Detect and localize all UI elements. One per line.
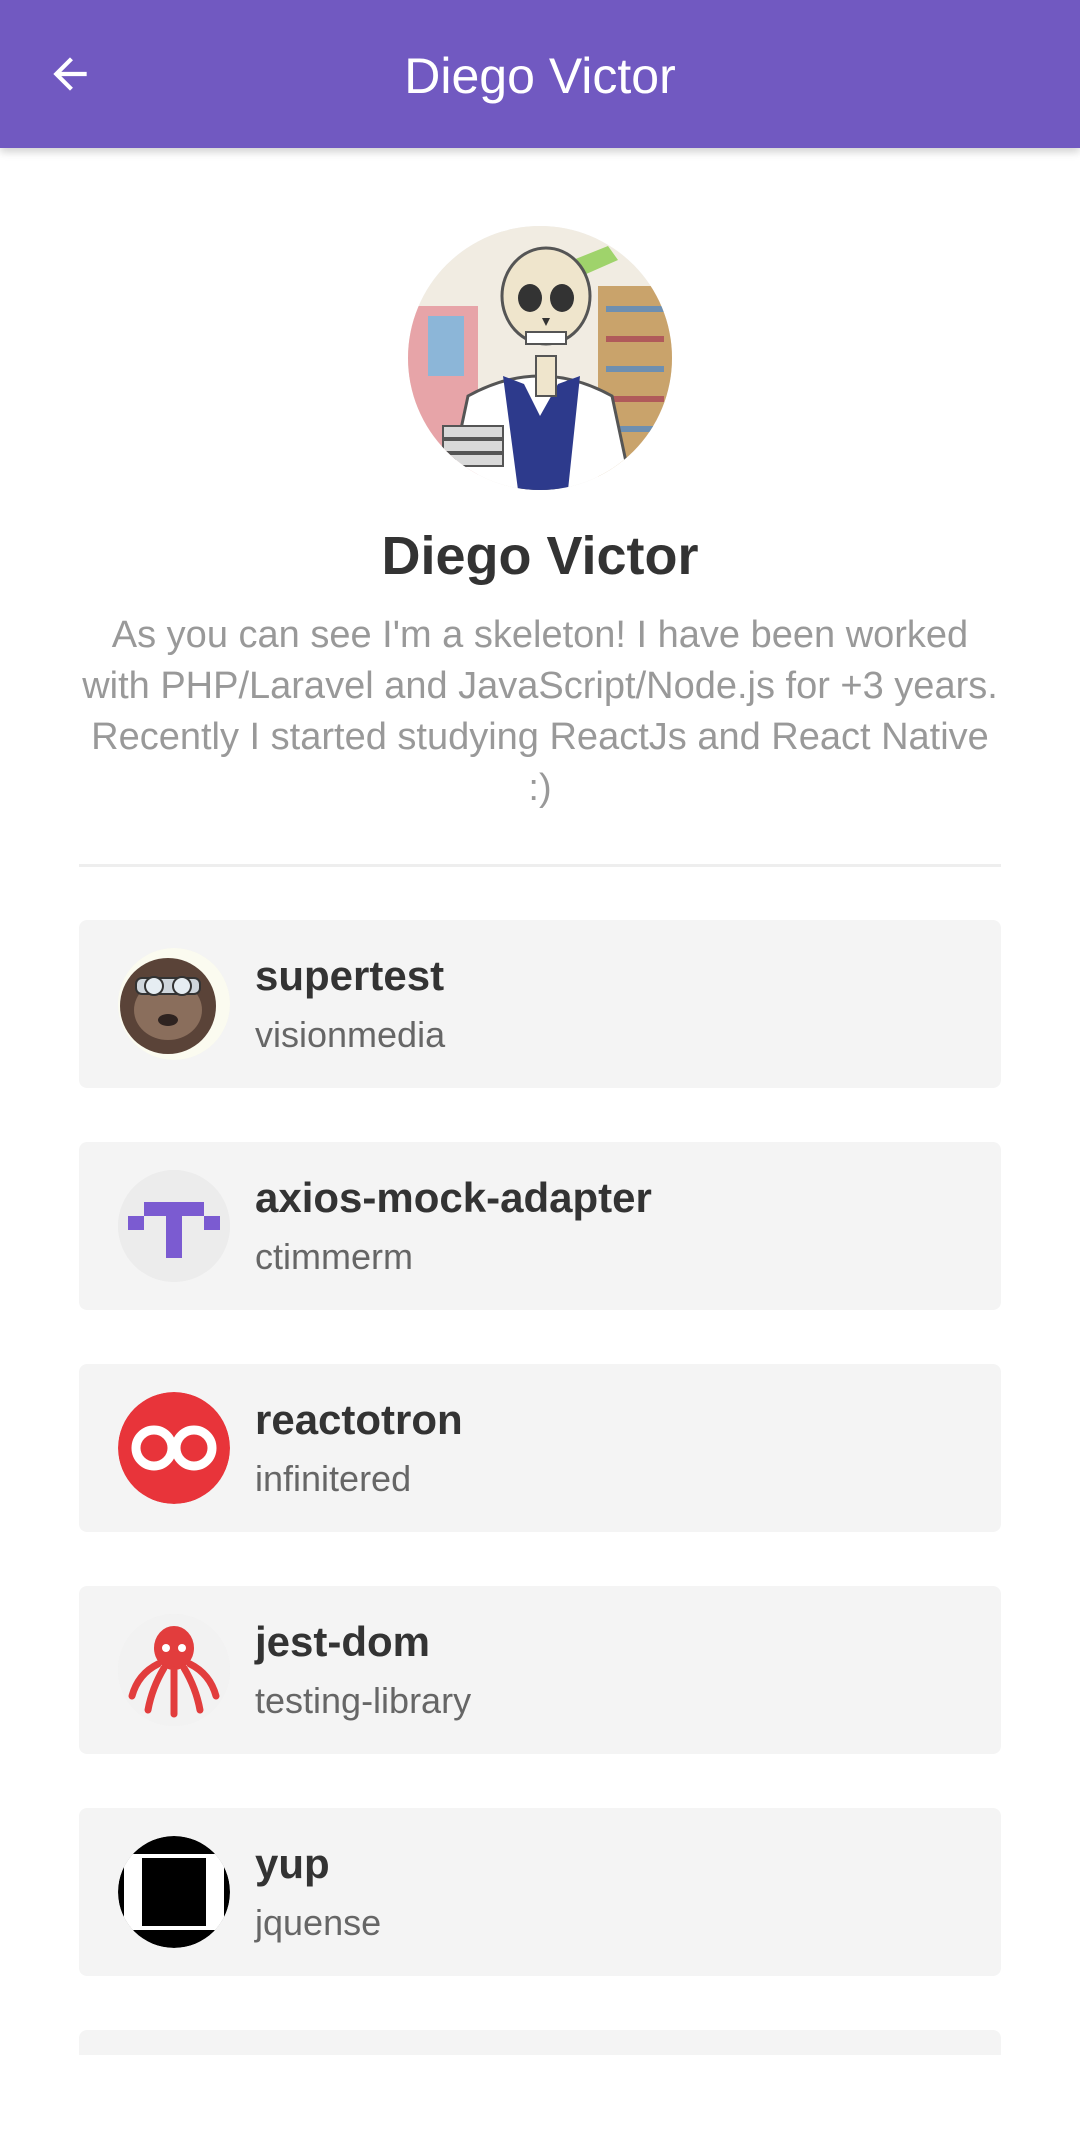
identicon-avatar-icon (118, 1170, 230, 1282)
octopus-avatar-icon (118, 1614, 230, 1726)
repo-author: infinitered (255, 1458, 412, 1499)
profile-avatar (408, 226, 672, 490)
repo-owner-avatar (118, 1614, 230, 1726)
infinitered-logo-icon (118, 1392, 230, 1504)
starred-item[interactable]: supertest visionmedia (79, 920, 1001, 1088)
app-header: Diego Victor (0, 0, 1080, 148)
starred-item[interactable]: reactotron infinitered (79, 1364, 1001, 1532)
starred-item[interactable]: axios-mock-adapter ctimmerm (79, 1142, 1001, 1310)
starred-list[interactable]: supertest visionmedia axios-mock-adapter… (79, 920, 1001, 2055)
repo-owner-avatar (118, 1392, 230, 1504)
repo-owner-avatar (118, 948, 230, 1060)
repo-author: visionmedia (255, 1014, 446, 1055)
repo-title: yup (255, 1840, 330, 1887)
profile-section: Diego Victor As you can see I'm a skelet… (0, 226, 1080, 814)
repo-author: testing-library (255, 1680, 472, 1721)
repo-author: ctimmerm (255, 1236, 413, 1277)
profile-bio: As you can see I'm a skeleton! I have be… (82, 614, 998, 809)
square-avatar-icon (118, 1836, 230, 1948)
sloth-avatar-icon (118, 948, 230, 1060)
repo-title: jest-dom (255, 1618, 431, 1665)
repo-owner-avatar (118, 1836, 230, 1948)
section-divider (79, 864, 1001, 867)
starred-item[interactable]: yup jquense (79, 1808, 1001, 1976)
repo-title: axios-mock-adapter (255, 1174, 652, 1221)
repo-title: supertest (255, 952, 445, 999)
starred-item-partial[interactable] (79, 2030, 1001, 2055)
repo-owner-avatar (118, 1170, 230, 1282)
user-screen: Diego Victor Diego Victor As you can see… (0, 0, 1080, 2133)
skeleton-avatar-icon (408, 226, 672, 490)
starred-item[interactable]: jest-dom testing-library (79, 1586, 1001, 1754)
repo-title: reactotron (255, 1396, 463, 1443)
repo-author: jquense (255, 1902, 382, 1943)
profile-name: Diego Victor (381, 526, 699, 586)
header-title: Diego Victor (404, 48, 676, 104)
